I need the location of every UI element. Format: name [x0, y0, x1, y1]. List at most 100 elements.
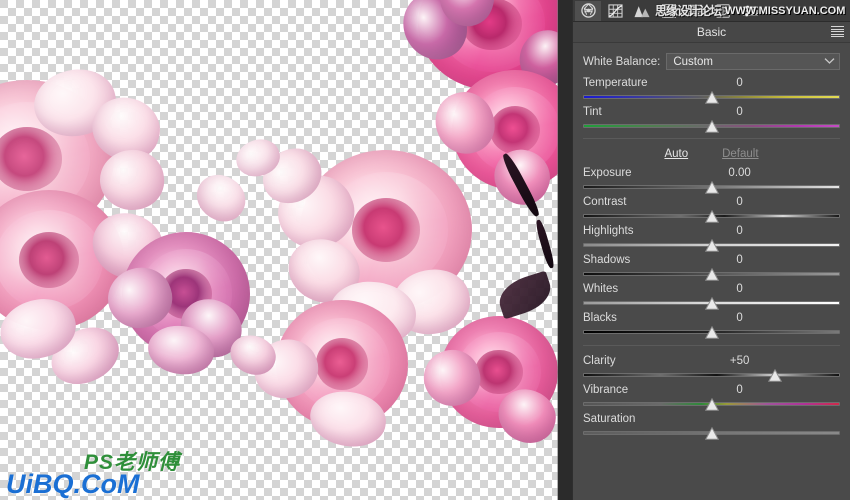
image-canvas[interactable]: PS老师傅 UiBQ.CoM — [0, 0, 572, 500]
slider-thumb[interactable] — [704, 210, 719, 223]
slider-thumb[interactable] — [704, 239, 719, 252]
roses-artwork — [0, 0, 572, 500]
tab-split-toning[interactable] — [683, 1, 709, 21]
leaf — [494, 270, 556, 320]
slider-value: 0 — [736, 254, 743, 266]
sliders-icon — [742, 4, 759, 18]
slider-thumb[interactable] — [704, 181, 719, 194]
slider-value: 0 — [736, 77, 743, 89]
slider-header: Blacks 0 — [583, 312, 840, 326]
default-link[interactable]: Default — [722, 148, 758, 160]
tab-tone-curve[interactable] — [602, 1, 628, 21]
auto-link[interactable]: Auto — [664, 148, 688, 160]
slider-track[interactable] — [583, 369, 840, 382]
slider-track[interactable] — [583, 398, 840, 411]
slider-label: Blacks — [583, 312, 617, 324]
slider-label: Tint — [583, 106, 602, 118]
slider-thumb[interactable] — [704, 398, 719, 411]
slider-thumb[interactable] — [704, 268, 719, 281]
slider-thumb[interactable] — [768, 369, 783, 382]
tab-lens-corrections[interactable] — [710, 1, 736, 21]
slider-track[interactable] — [583, 268, 840, 281]
tab-hsl-grayscale[interactable] — [656, 1, 682, 21]
slider-thumb[interactable] — [704, 326, 719, 339]
slider-header: Contrast 0 — [583, 196, 840, 210]
slider-value: 0.00 — [728, 167, 751, 179]
slider-header: Temperature 0 — [583, 77, 840, 91]
auto-default-row: Auto Default — [583, 138, 840, 160]
split-bars-icon — [662, 3, 676, 18]
slider-value: 0 — [736, 283, 743, 295]
slider-clarity[interactable]: Clarity +50 — [583, 355, 840, 382]
camera-raw-panel: 思缘设计论坛 WWW.MISSYUAN.COM Basic White Bala… — [572, 0, 850, 500]
panel-header: Basic — [573, 22, 850, 43]
slider-vibrance[interactable]: Vibrance 0 — [583, 384, 840, 411]
slider-label: Temperature — [583, 77, 648, 89]
slider-header: Clarity +50 — [583, 355, 840, 369]
two-bars-icon — [687, 4, 705, 17]
slider-blacks[interactable]: Blacks 0 — [583, 312, 840, 339]
white-balance-label: White Balance: — [583, 55, 661, 68]
slider-tint[interactable]: Tint 0 — [583, 106, 840, 133]
canvas-right-edge — [558, 0, 572, 500]
slider-track[interactable] — [583, 326, 840, 339]
slider-label: Highlights — [583, 225, 634, 237]
basic-panel-body: White Balance: Custom Temperature 0 Tint… — [573, 43, 850, 500]
slider-track[interactable] — [583, 120, 840, 133]
slider-thumb[interactable] — [704, 297, 719, 310]
chevron-down-icon — [824, 56, 835, 68]
slider-highlights[interactable]: Highlights 0 — [583, 225, 840, 252]
tab-effects[interactable] — [737, 1, 763, 21]
slider-label: Vibrance — [583, 384, 629, 396]
panel-tabbar: 思缘设计论坛 WWW.MISSYUAN.COM — [573, 0, 850, 22]
slider-label: Shadows — [583, 254, 631, 266]
slider-gradient — [584, 374, 839, 376]
slider-header: Saturation — [583, 413, 840, 427]
slider-label: Saturation — [583, 413, 636, 425]
slider-track[interactable] — [583, 427, 840, 440]
slider-temperature[interactable]: Temperature 0 — [583, 77, 840, 104]
lens-icon — [716, 3, 730, 18]
white-balance-value: Custom — [673, 55, 713, 68]
slider-header: Vibrance 0 — [583, 384, 840, 398]
slider-label: Clarity — [583, 355, 616, 367]
slider-value: 0 — [736, 312, 743, 324]
page-title: Basic — [696, 25, 727, 39]
slider-label: Whites — [583, 283, 619, 295]
slider-value: 0 — [736, 106, 743, 118]
slider-track[interactable] — [583, 210, 840, 223]
slider-saturation[interactable]: Saturation — [583, 413, 840, 440]
slider-header: Exposure 0.00 — [583, 167, 840, 181]
slider-value: 0 — [736, 196, 743, 208]
slider-thumb[interactable] — [704, 427, 719, 440]
tab-basic[interactable] — [575, 0, 601, 21]
slider-header: Shadows 0 — [583, 254, 840, 268]
aperture-icon — [580, 3, 596, 18]
white-balance-row: White Balance: Custom — [583, 53, 840, 70]
slider-exposure[interactable]: Exposure 0.00 — [583, 167, 840, 194]
tab-detail[interactable] — [629, 1, 655, 21]
white-balance-select[interactable]: Custom — [666, 53, 840, 70]
slider-header: Tint 0 — [583, 106, 840, 120]
slider-thumb[interactable] — [704, 91, 719, 104]
slider-header: Whites 0 — [583, 283, 840, 297]
slider-track[interactable] — [583, 181, 840, 194]
slider-shadows[interactable]: Shadows 0 — [583, 254, 840, 281]
rose-petal — [188, 166, 254, 230]
slider-label: Exposure — [583, 167, 632, 179]
slider-value: +50 — [729, 355, 750, 367]
slider-contrast[interactable]: Contrast 0 — [583, 196, 840, 223]
slider-whites[interactable]: Whites 0 — [583, 283, 840, 310]
slider-header: Highlights 0 — [583, 225, 840, 239]
slider-value: 0 — [736, 225, 743, 237]
mountains-icon — [634, 4, 650, 18]
canvas-right-hairline — [557, 0, 558, 500]
slider-track[interactable] — [583, 297, 840, 310]
slider-track[interactable] — [583, 239, 840, 252]
panel-menu-icon[interactable] — [831, 26, 844, 37]
camera-raw-window: PS老师傅 UiBQ.CoM 思缘设计论坛 WWW.MISSYUAN.COM B… — [0, 0, 850, 500]
slider-thumb[interactable] — [704, 120, 719, 133]
slider-track[interactable] — [583, 91, 840, 104]
grid-curve-icon — [607, 3, 623, 18]
stem — [534, 218, 556, 270]
